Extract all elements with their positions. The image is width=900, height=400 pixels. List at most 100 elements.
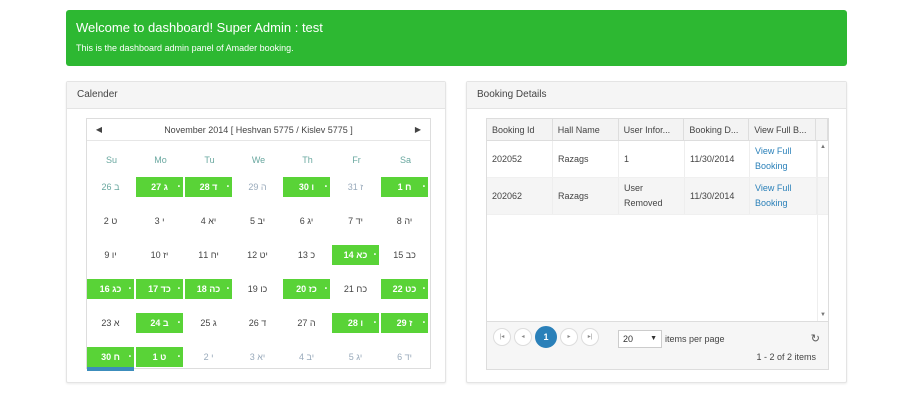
calendar-day[interactable]: 5 יב bbox=[234, 211, 281, 231]
calendar-day[interactable]: 13 כ bbox=[283, 245, 330, 265]
page-size-label: items per page bbox=[665, 334, 725, 344]
calendar-grid: SuMoTuWeThFrSa 26 ב27 ג28 ד29 ה30 ו31 ז1… bbox=[87, 151, 431, 373]
welcome-subtitle: This is the dashboard admin panel of Ama… bbox=[76, 43, 294, 53]
weekday-label: Mo bbox=[154, 155, 167, 165]
triangle-right-icon[interactable]: ▶ bbox=[408, 119, 428, 141]
triangle-left-icon[interactable]: ◀ bbox=[89, 119, 109, 141]
view-full-booking-link[interactable]: View Full Booking bbox=[750, 178, 817, 214]
calendar-day[interactable]: 5 יג bbox=[332, 347, 379, 367]
calendar-day[interactable]: 23 א bbox=[87, 313, 134, 333]
calendar-day[interactable]: 1 ט bbox=[136, 347, 183, 367]
calendar-day[interactable]: 26 ד bbox=[234, 313, 281, 333]
calendar-day[interactable]: 26 ב bbox=[87, 177, 134, 197]
table-row: 202052 Razags 1 11/30/2014 View Full Booking bbox=[487, 141, 828, 178]
calendar-week: 26 ב27 ג28 ד29 ה30 ו31 ז1 ח bbox=[87, 172, 431, 203]
weekday-label: Fr bbox=[352, 155, 361, 165]
calendar-day[interactable]: 29 ה bbox=[234, 177, 281, 197]
calendar-day[interactable]: 18 כה bbox=[185, 279, 232, 299]
calendar-day[interactable]: 15 כב bbox=[381, 245, 428, 265]
calendar-day[interactable]: 30 ח bbox=[87, 347, 134, 371]
booking-grid: Booking Id Hall Name User Infor... Booking … bbox=[486, 118, 829, 370]
table-cell: 11/30/2014 bbox=[685, 178, 750, 214]
prev-page-icon[interactable]: ◂ bbox=[514, 328, 532, 346]
scroll-up-icon[interactable]: ▲ bbox=[820, 144, 826, 150]
calendar-day[interactable]: 14 כא bbox=[332, 245, 379, 265]
calendar-day[interactable]: 4 יא bbox=[185, 211, 232, 231]
vertical-scrollbar[interactable]: ▲ ▼ bbox=[817, 141, 828, 321]
calendar-week: 9 יו10 יז11 יח12 יט13 כ14 כא15 כב bbox=[87, 240, 431, 271]
calendar-week: 23 א24 ב25 ג26 ד27 ה28 ו29 ז bbox=[87, 308, 431, 339]
weekday-label: Su bbox=[105, 155, 117, 165]
grid-pager: |◂ ◂ 1 ▸ ▸| 20 ▼ items per page ↻ 1 - 2 … bbox=[487, 321, 828, 369]
calendar-day[interactable]: 28 ו bbox=[332, 313, 379, 333]
refresh-icon[interactable]: ↻ bbox=[811, 330, 820, 348]
calendar-day[interactable]: 27 ג bbox=[136, 177, 183, 197]
calendar-day[interactable]: 22 כט bbox=[381, 279, 428, 299]
calendar-day[interactable]: 27 ה bbox=[283, 313, 330, 333]
table-cell: 202062 bbox=[487, 178, 553, 214]
calendar-day[interactable]: 25 ג bbox=[185, 313, 232, 333]
weekday-label: Tu bbox=[204, 155, 215, 165]
calendar-nav: November 2014 [ Heshvan 5775 / Kislev 57… bbox=[87, 119, 430, 141]
calendar-day[interactable]: 16 כג bbox=[87, 279, 134, 299]
calendar-day[interactable]: 7 יד bbox=[332, 211, 379, 231]
calendar-panel: Calender November 2014 [ Heshvan 5775 / … bbox=[66, 81, 446, 383]
calendar-day[interactable]: 6 יד bbox=[381, 347, 428, 367]
calendar-day[interactable]: 31 ז bbox=[332, 177, 379, 197]
table-cell: Razags bbox=[553, 141, 619, 177]
column-header[interactable]: Booking Id bbox=[487, 119, 553, 140]
calendar-day[interactable]: 11 יח bbox=[185, 245, 232, 265]
calendar-day[interactable]: 10 יז bbox=[136, 245, 183, 265]
calendar-day[interactable]: 6 יג bbox=[283, 211, 330, 231]
table-cell: 202052 bbox=[487, 141, 553, 177]
column-header[interactable]: View Full B... bbox=[749, 119, 816, 140]
last-page-icon[interactable]: ▸| bbox=[581, 328, 599, 346]
weekday-label: Th bbox=[302, 155, 313, 165]
welcome-title: Welcome to dashboard! Super Admin : test bbox=[76, 20, 323, 35]
weekday-header: Su Mo Tu We Th Fr Sa bbox=[87, 151, 431, 169]
table-cell: User Removed bbox=[619, 178, 685, 214]
calendar-panel-title: Calender bbox=[67, 82, 445, 109]
calendar-day[interactable]: 1 ח bbox=[381, 177, 428, 197]
calendar-day[interactable]: 2 ט bbox=[87, 211, 134, 231]
page-size-select[interactable]: 20 ▼ bbox=[618, 330, 662, 348]
calendar-day[interactable]: 17 כד bbox=[136, 279, 183, 299]
calendar-day[interactable]: 29 ז bbox=[381, 313, 428, 333]
calendar-day[interactable]: 24 ב bbox=[136, 313, 183, 333]
calendar-day[interactable]: 9 יו bbox=[87, 245, 134, 265]
calendar-day[interactable]: 2 י bbox=[185, 347, 232, 367]
calendar-day[interactable]: 4 יב bbox=[283, 347, 330, 367]
next-page-icon[interactable]: ▸ bbox=[560, 328, 578, 346]
calendar-day[interactable]: 28 ד bbox=[185, 177, 232, 197]
calendar-week: 2 ט3 י4 יא 5 יב 6 יג 7 יד 8 יה bbox=[87, 206, 431, 237]
month-label: November 2014 [ Heshvan 5775 / Kislev 57… bbox=[164, 125, 353, 135]
page-size-value: 20 bbox=[623, 334, 634, 344]
grid-body: 202052 Razags 1 11/30/2014 View Full Booking… bbox=[487, 141, 828, 215]
column-header[interactable]: Hall Name bbox=[553, 119, 619, 140]
calendar-week: 16 כג17 כד18 כה19 כו20 כז21 כח22 כט bbox=[87, 274, 431, 305]
table-cell: Razags bbox=[553, 178, 619, 214]
weekday-label: Sa bbox=[399, 155, 411, 165]
chevron-down-icon: ▼ bbox=[650, 335, 657, 342]
calendar: November 2014 [ Heshvan 5775 / Kislev 57… bbox=[86, 118, 431, 371]
column-header[interactable]: User Infor... bbox=[619, 119, 685, 140]
calendar-day[interactable]: 20 כז bbox=[283, 279, 330, 299]
calendar-day[interactable]: 8 יה bbox=[381, 211, 428, 231]
view-full-booking-link[interactable]: View Full Booking bbox=[750, 141, 817, 177]
page-button-1[interactable]: 1 bbox=[535, 326, 557, 348]
calendar-day[interactable]: 21 כח bbox=[332, 279, 379, 299]
calendar-day[interactable]: 30 ו bbox=[283, 177, 330, 197]
scroll-down-icon[interactable]: ▼ bbox=[820, 312, 826, 318]
calendar-day[interactable]: 12 יט bbox=[234, 245, 281, 265]
calendar-day[interactable]: 19 כו bbox=[234, 279, 281, 299]
header-scroll-spacer bbox=[816, 119, 828, 140]
calendar-day[interactable]: 3 יא bbox=[234, 347, 281, 367]
calendar-week: 30 ח1 ט2 י3 יא4 יב5 יג6 יד bbox=[87, 342, 431, 373]
welcome-alert: Welcome to dashboard! Super Admin : test… bbox=[66, 10, 847, 66]
column-header[interactable]: Booking D... bbox=[684, 119, 750, 140]
first-page-icon[interactable]: |◂ bbox=[493, 328, 511, 346]
weekday-label: We bbox=[251, 155, 266, 165]
calendar-day[interactable]: 3 י bbox=[136, 211, 183, 231]
table-row: 202062 Razags User Removed 11/30/2014 View F… bbox=[487, 178, 828, 215]
booking-panel: Booking Details Booking Id Hall Name User … bbox=[466, 81, 847, 383]
